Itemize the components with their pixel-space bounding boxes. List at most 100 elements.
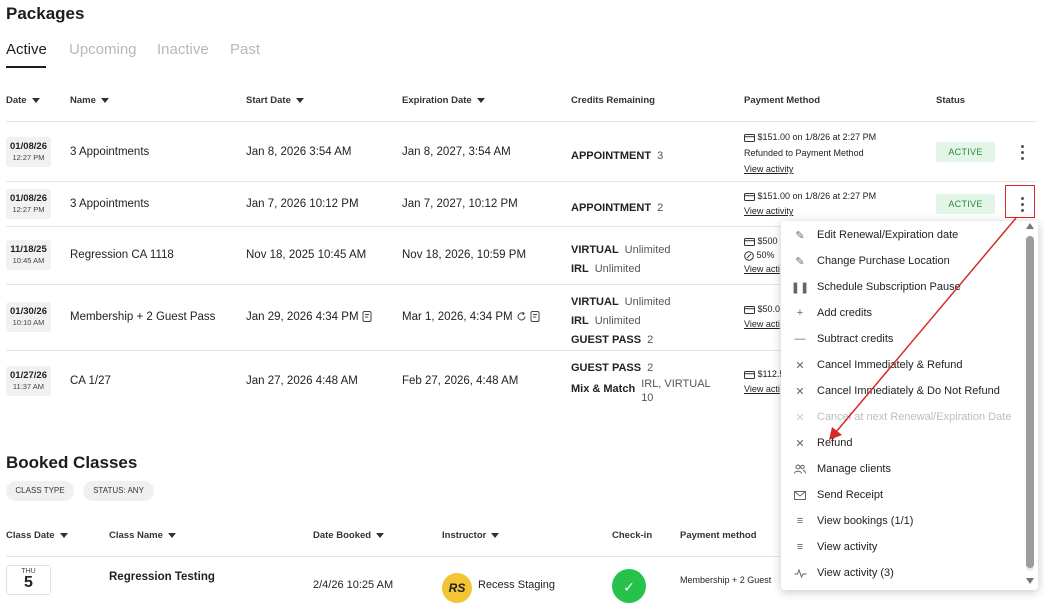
menu-item-schedule-pause[interactable]: ❚❚ Schedule Subscription Pause bbox=[790, 274, 961, 300]
column-payment-method: Payment method bbox=[680, 530, 757, 541]
pencil-icon: ✎ bbox=[795, 229, 805, 242]
credit-line: APPOINTMENT 2 bbox=[571, 202, 664, 214]
avatar: RS bbox=[442, 573, 472, 603]
credit-line: VIRTUAL Unlimited bbox=[571, 244, 671, 256]
expiration-date: Nov 18, 2026, 10:59 PM bbox=[402, 249, 527, 261]
checkin-check-icon[interactable]: ✓ bbox=[612, 569, 646, 603]
start-date: Jan 7, 2026 10:12 PM bbox=[246, 198, 359, 210]
credit-line: APPOINTMENT 3 bbox=[571, 150, 664, 162]
column-expiration-date[interactable]: Expiration Date bbox=[402, 95, 485, 106]
scroll-up-arrow-icon[interactable] bbox=[1026, 223, 1034, 229]
menu-item-send-receipt[interactable]: Send Receipt bbox=[793, 482, 883, 508]
scroll-down-arrow-icon[interactable] bbox=[1026, 578, 1034, 584]
purchase-date: 11/18/25 10:45 AM bbox=[6, 240, 51, 270]
package-name[interactable]: Regression CA 1118 bbox=[70, 249, 174, 261]
filter-status[interactable]: STATUS: ANY bbox=[83, 481, 154, 501]
view-activity-link[interactable]: View activity bbox=[744, 206, 793, 216]
more-options-icon[interactable] bbox=[1020, 145, 1024, 160]
date-booked: 2/4/26 10:25 AM bbox=[313, 579, 394, 591]
credit-line: GUEST PASS 2 bbox=[571, 334, 654, 346]
menu-item-cancel-no-refund[interactable]: ✕ Cancel Immediately & Do Not Refund bbox=[793, 378, 999, 404]
close-icon: ✕ bbox=[795, 385, 805, 398]
highlight-box bbox=[1005, 185, 1035, 218]
plus-icon: + bbox=[796, 307, 804, 319]
credit-line: Mix & Match IRL, VIRTUAL 10 bbox=[571, 378, 711, 404]
sort-caret-icon bbox=[476, 98, 485, 103]
credit-card-icon bbox=[744, 192, 755, 201]
list-icon: ≡ bbox=[796, 541, 804, 553]
column-check-in: Check-in bbox=[612, 530, 653, 541]
column-status: Status bbox=[936, 95, 966, 106]
view-activity-link[interactable]: View activity bbox=[744, 164, 793, 174]
scrollbar-thumb[interactable] bbox=[1026, 236, 1034, 568]
filter-class-type[interactable]: CLASS TYPE bbox=[6, 481, 74, 501]
menu-item-cancel-refund[interactable]: ✕ Cancel Immediately & Refund bbox=[793, 352, 962, 378]
menu-item-cancel-at-renewal: ✕ Cancel at next Renewal/Expiration Date bbox=[793, 404, 1011, 430]
expiration-date: Feb 27, 2026, 4:48 AM bbox=[402, 375, 519, 387]
package-name[interactable]: 3 Appointments bbox=[70, 198, 149, 210]
column-class-date[interactable]: Class Date bbox=[6, 530, 68, 541]
close-icon: ✕ bbox=[795, 359, 805, 372]
tab-active[interactable]: Active bbox=[6, 41, 47, 58]
divider bbox=[6, 181, 1037, 182]
column-start-date[interactable]: Start Date bbox=[246, 95, 304, 106]
renew-icon bbox=[517, 312, 526, 321]
package-name[interactable]: 3 Appointments bbox=[70, 146, 149, 158]
credit-line: VIRTUAL Unlimited bbox=[571, 296, 671, 308]
credit-card-icon bbox=[744, 133, 755, 142]
credit-line: IRL Unlimited bbox=[571, 263, 641, 275]
package-name[interactable]: CA 1/27 bbox=[70, 375, 111, 387]
column-date-booked[interactable]: Date Booked bbox=[313, 530, 385, 541]
package-name[interactable]: Membership + 2 Guest Pass bbox=[70, 311, 215, 323]
view-activity-link[interactable]: View acti bbox=[744, 384, 780, 394]
instructor-name[interactable]: Recess Staging bbox=[478, 579, 555, 591]
status-badge: ACTIVE bbox=[936, 194, 995, 214]
minus-icon: — bbox=[794, 333, 806, 345]
expiration-date: Jan 8, 2027, 3:54 AM bbox=[402, 146, 511, 158]
class-name[interactable]: Regression Testing bbox=[109, 571, 215, 583]
close-icon: ✕ bbox=[795, 411, 805, 424]
menu-item-subtract-credits[interactable]: — Subtract credits bbox=[793, 326, 894, 352]
pencil-icon: ✎ bbox=[795, 255, 805, 268]
class-date: THU 5 bbox=[6, 565, 51, 595]
column-credits-remaining: Credits Remaining bbox=[571, 95, 655, 106]
purchase-date: 01/08/26 12:27 PM bbox=[6, 137, 51, 167]
sort-caret-icon bbox=[31, 98, 40, 103]
view-activity-link[interactable]: View acti bbox=[744, 319, 780, 329]
discount-icon bbox=[744, 250, 754, 261]
column-instructor[interactable]: Instructor bbox=[442, 530, 500, 541]
column-date[interactable]: Date bbox=[6, 95, 40, 106]
pause-icon: ❚❚ bbox=[790, 281, 810, 294]
close-icon: ✕ bbox=[795, 437, 805, 450]
tab-upcoming[interactable]: Upcoming bbox=[69, 41, 137, 58]
start-date: Jan 8, 2026 3:54 AM bbox=[246, 146, 352, 158]
menu-item-add-credits[interactable]: + Add credits bbox=[793, 300, 872, 326]
start-date: Jan 27, 2026 4:48 AM bbox=[246, 375, 358, 387]
column-name[interactable]: Name bbox=[70, 95, 109, 106]
menu-item-change-location[interactable]: ✎ Change Purchase Location bbox=[793, 248, 949, 274]
credit-line: IRL Unlimited bbox=[571, 315, 641, 327]
sort-caret-icon bbox=[376, 533, 385, 538]
menu-item-refund[interactable]: ✕ Refund bbox=[793, 430, 852, 456]
credit-line: GUEST PASS 2 bbox=[571, 362, 654, 374]
expiration-date: Jan 7, 2027, 10:12 PM bbox=[402, 198, 518, 210]
sort-caret-icon bbox=[167, 533, 176, 538]
activity-icon bbox=[793, 568, 807, 578]
credit-card-icon bbox=[744, 305, 755, 314]
menu-item-manage-clients[interactable]: Manage clients bbox=[793, 456, 891, 482]
payment-info: $112.5 View acti bbox=[744, 369, 785, 394]
menu-item-edit-renewal[interactable]: ✎ Edit Renewal/Expiration date bbox=[793, 222, 958, 248]
payment-info: $151.00 on 1/8/26 at 2:27 PM View activi… bbox=[744, 191, 877, 216]
view-activity-link[interactable]: View acti bbox=[744, 264, 780, 274]
tab-past[interactable]: Past bbox=[230, 41, 260, 58]
menu-item-view-activity-count[interactable]: View activity (3) bbox=[793, 560, 894, 586]
purchase-date: 01/27/26 11:37 AM bbox=[6, 366, 51, 396]
booking-payment: Membership + 2 Guest bbox=[680, 575, 772, 585]
sort-caret-icon bbox=[59, 533, 68, 538]
menu-item-view-activity[interactable]: ≡ View activity bbox=[793, 534, 878, 560]
credit-card-icon bbox=[744, 237, 755, 246]
tab-inactive[interactable]: Inactive bbox=[157, 41, 209, 58]
column-class-name[interactable]: Class Name bbox=[109, 530, 176, 541]
menu-item-view-bookings[interactable]: ≡ View bookings (1/1) bbox=[793, 508, 914, 534]
purchase-date: 01/08/26 12:27 PM bbox=[6, 189, 51, 219]
